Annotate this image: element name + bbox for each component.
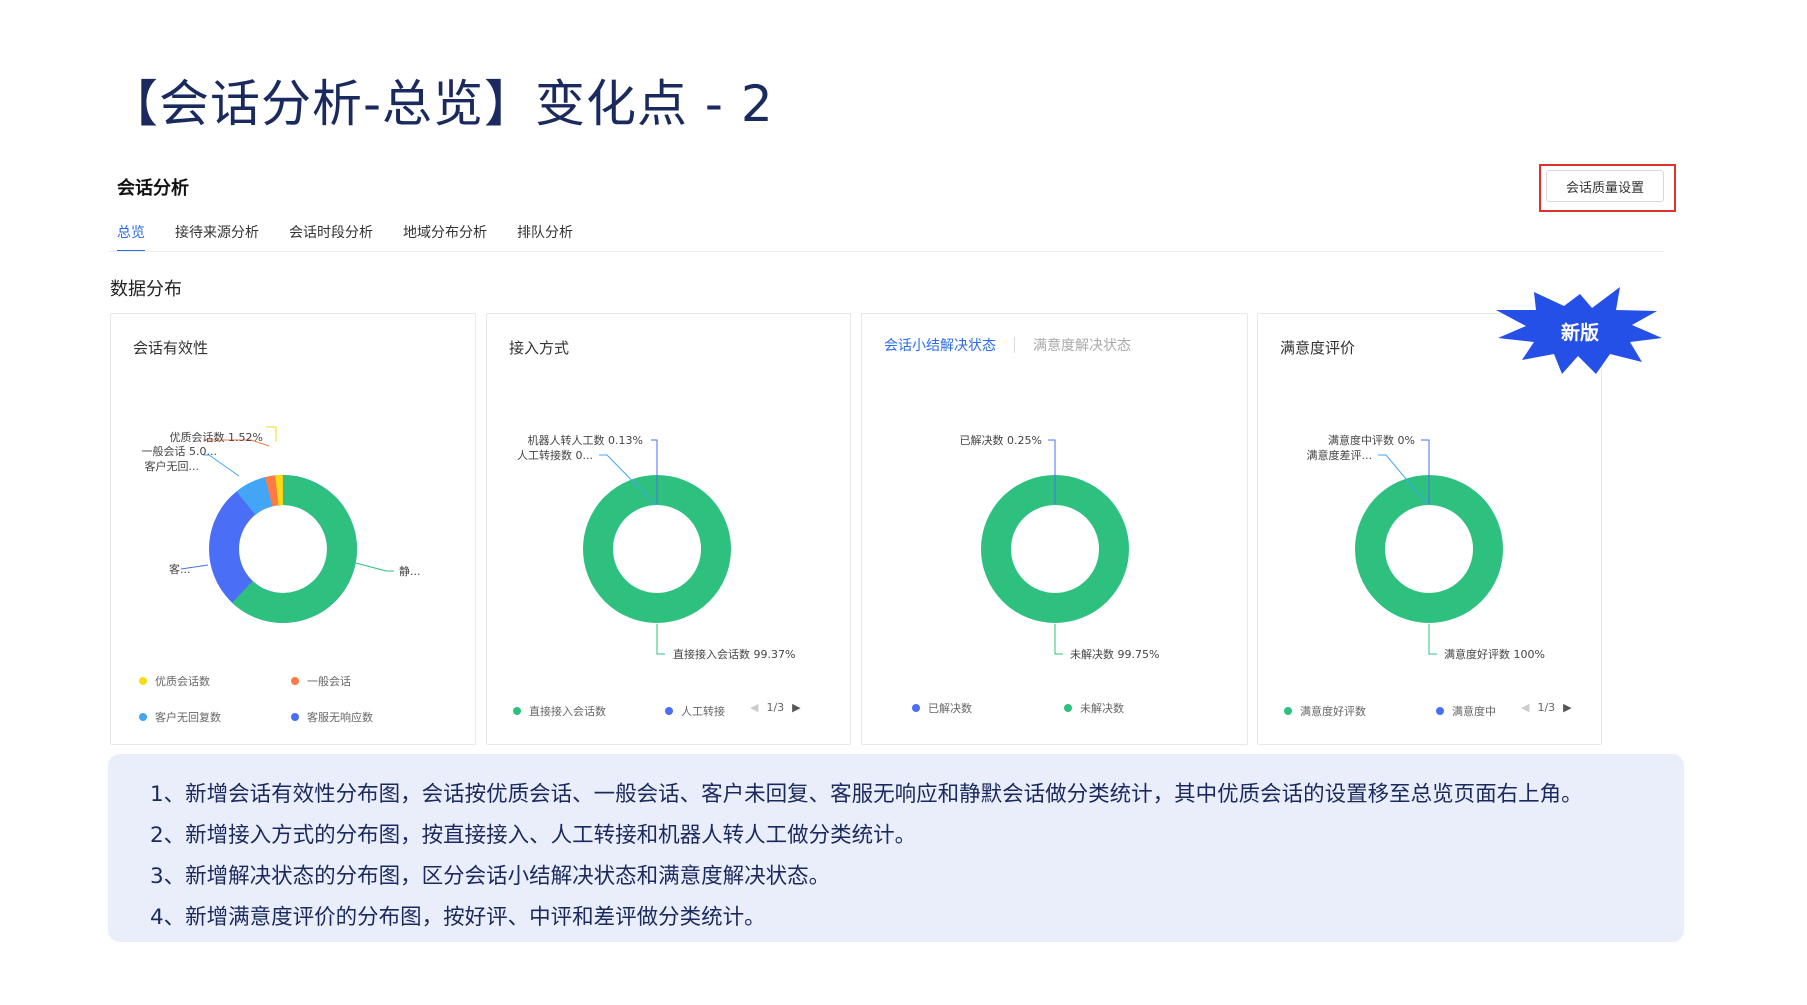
highlight-box bbox=[1539, 164, 1676, 212]
legend-dot bbox=[139, 713, 147, 721]
tab-region-analysis[interactable]: 地域分布分析 bbox=[403, 222, 487, 252]
donut-segment-green bbox=[1355, 475, 1503, 623]
chart-label: 满意度好评数 100% bbox=[1444, 647, 1545, 661]
donut-segment-green bbox=[981, 475, 1129, 623]
legend-dot bbox=[1064, 704, 1072, 712]
legend-item[interactable]: 客户无回复数 bbox=[139, 709, 221, 725]
legend-item[interactable]: 满意度中 bbox=[1436, 703, 1496, 719]
legend-item[interactable]: 人工转接 bbox=[665, 703, 725, 719]
card-access-method: 接入方式 机器人转人工数 0.13% 人工转接数 0... 直接接入会话数 99… bbox=[486, 313, 851, 745]
tab-overview[interactable]: 总览 bbox=[117, 222, 145, 252]
donut-chart-resolution-status: 已解决数 0.25% 未解决数 99.75% bbox=[960, 433, 1160, 661]
legend-dot bbox=[139, 677, 147, 685]
chart-label: 一般会话 5.0... bbox=[142, 445, 217, 458]
legend-dot bbox=[291, 677, 299, 685]
chart-label: 满意度差评... bbox=[1307, 448, 1373, 462]
chart-label: 静... bbox=[399, 564, 421, 578]
chart-label: 人工转接数 0... bbox=[517, 448, 593, 462]
tab-queue-analysis[interactable]: 排队分析 bbox=[517, 222, 573, 252]
burst-label: 新版 bbox=[1561, 321, 1599, 344]
legend-dot bbox=[665, 707, 673, 715]
legend-item[interactable]: 优质会话数 bbox=[139, 673, 210, 689]
slide-title: 【会话分析-总览】变化点 - 2 bbox=[108, 75, 774, 133]
new-version-burst-icon: 新版 bbox=[1496, 287, 1662, 374]
legend-item[interactable]: 满意度好评数 bbox=[1284, 703, 1366, 719]
donut-chart-satisfaction: 满意度中评数 0% 满意度差评... 满意度好评数 100% bbox=[1307, 433, 1545, 661]
note-line: 4、新增满意度评价的分布图，按好评、中评和差评做分类统计。 bbox=[150, 905, 766, 930]
legend-pager: ◀ 1/3 ▶ bbox=[742, 701, 809, 714]
prev-page-icon[interactable]: ◀ bbox=[750, 701, 758, 714]
legend-item[interactable]: 已解决数 bbox=[912, 700, 972, 716]
chart-label: 未解决数 99.75% bbox=[1070, 647, 1159, 661]
legend-dot bbox=[912, 704, 920, 712]
legend-item[interactable]: 客服无响应数 bbox=[291, 709, 373, 725]
donut-chart-access-method: 机器人转人工数 0.13% 人工转接数 0... 直接接入会话数 99.37% bbox=[517, 433, 795, 661]
legend-item[interactable]: 一般会话 bbox=[291, 673, 351, 689]
legend-pager: ◀ 1/3 ▶ bbox=[1513, 701, 1580, 714]
legend-dot bbox=[1284, 707, 1292, 715]
tab-bar: 总览 接待来源分析 会话时段分析 地域分布分析 排队分析 bbox=[117, 222, 603, 252]
chart-label: 机器人转人工数 0.13% bbox=[528, 433, 643, 447]
donut-segment-green bbox=[583, 475, 731, 623]
chart-label: 直接接入会话数 99.37% bbox=[673, 647, 795, 661]
card-session-validity: 会话有效性 优质会话数 1.52% 一般会话 5.0... 客户无回... 客.… bbox=[110, 313, 476, 745]
page-title: 会话分析 bbox=[117, 178, 189, 199]
next-page-icon[interactable]: ▶ bbox=[792, 701, 800, 714]
legend-item[interactable]: 未解决数 bbox=[1064, 700, 1124, 716]
chart-label: 优质会话数 1.52% bbox=[170, 431, 263, 444]
legend-dot bbox=[513, 707, 521, 715]
section-title: 数据分布 bbox=[110, 279, 182, 300]
tab-time-analysis[interactable]: 会话时段分析 bbox=[289, 222, 373, 252]
prev-page-icon[interactable]: ◀ bbox=[1521, 701, 1529, 714]
legend-dot bbox=[291, 713, 299, 721]
legend-item[interactable]: 直接接入会话数 bbox=[513, 703, 606, 719]
note-line: 3、新增解决状态的分布图，区分会话小结解决状态和满意度解决状态。 bbox=[150, 864, 831, 889]
legend-dot bbox=[1436, 707, 1444, 715]
chart-label: 客户无回... bbox=[145, 459, 200, 473]
tab-source-analysis[interactable]: 接待来源分析 bbox=[175, 222, 259, 252]
chart-label: 满意度中评数 0% bbox=[1328, 433, 1415, 447]
note-line: 2、新增接入方式的分布图，按直接接入、人工转接和机器人转人工做分类统计。 bbox=[150, 823, 917, 848]
next-page-icon[interactable]: ▶ bbox=[1563, 701, 1571, 714]
page-indicator: 1/3 bbox=[1537, 701, 1556, 714]
tab-divider bbox=[108, 251, 1664, 252]
page-indicator: 1/3 bbox=[766, 701, 785, 714]
card-resolution-status: 会话小结解决状态 满意度解决状态 已解决数 0.25% 未解决数 99.75% … bbox=[861, 313, 1248, 745]
chart-label: 客... bbox=[169, 562, 191, 576]
chart-label: 已解决数 0.25% bbox=[960, 433, 1042, 447]
note-line: 1、新增会话有效性分布图，会话按优质会话、一般会话、客户未回复、客服无响应和静默… bbox=[150, 782, 1583, 807]
notes-panel: 1、新增会话有效性分布图，会话按优质会话、一般会话、客户未回复、客服无响应和静默… bbox=[108, 754, 1684, 942]
